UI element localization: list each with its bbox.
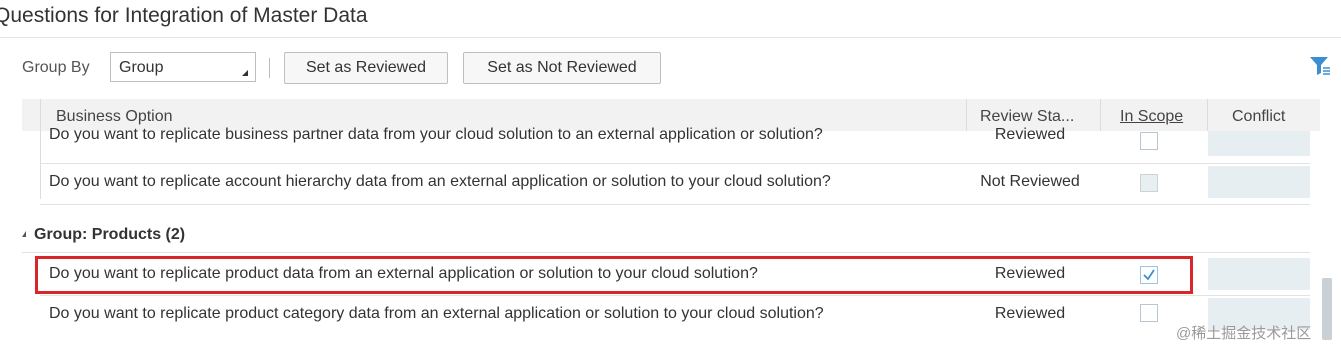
table-row[interactable]: Do you want to replicate business partne… <box>40 124 1310 156</box>
group-by-select[interactable]: Group <box>110 52 256 82</box>
group-label: Group: Products (2) <box>34 226 186 243</box>
row-divider <box>22 252 1310 253</box>
conflict-cell <box>1208 258 1310 290</box>
in-scope-checkbox[interactable] <box>1140 132 1158 150</box>
highlight-box <box>35 256 1193 294</box>
table-row[interactable]: Do you want to replicate account hierarc… <box>40 166 1310 198</box>
set-as-not-reviewed-button[interactable]: Set as Not Reviewed <box>463 52 661 84</box>
row-divider <box>40 163 1310 164</box>
toolbar-separator <box>269 58 270 78</box>
set-as-reviewed-button[interactable]: Set as Reviewed <box>284 52 448 84</box>
conflict-cell <box>1208 166 1310 198</box>
in-scope-checkbox[interactable] <box>1140 174 1158 192</box>
group-by-value: Group <box>119 59 164 76</box>
review-status: Not Reviewed <box>980 173 1080 190</box>
page-title: Questions for Integration of Master Data <box>0 4 368 27</box>
question-text: Do you want to replicate product categor… <box>49 305 824 322</box>
filter-icon[interactable] <box>1308 54 1332 78</box>
vertical-scrollbar[interactable] <box>1322 278 1332 340</box>
question-text: Do you want to replicate business partne… <box>49 126 823 143</box>
in-scope-checkbox[interactable] <box>1140 304 1158 322</box>
row-divider <box>40 204 1310 205</box>
conflict-cell <box>1208 131 1310 156</box>
group-by-label: Group By <box>22 59 90 76</box>
group-header-products[interactable]: Group: Products (2) <box>22 226 185 244</box>
collapse-triangle-icon[interactable] <box>22 231 26 237</box>
title-divider <box>0 37 1341 38</box>
table-row[interactable]: Do you want to replicate product categor… <box>40 298 1310 330</box>
review-status: Reviewed <box>994 126 1066 143</box>
row-divider <box>40 295 1310 296</box>
dropdown-arrow-icon <box>242 70 248 76</box>
question-text: Do you want to replicate account hierarc… <box>49 173 831 190</box>
watermark: @稀土掘金技术社区 <box>1176 325 1312 342</box>
review-status: Reviewed <box>994 305 1066 322</box>
